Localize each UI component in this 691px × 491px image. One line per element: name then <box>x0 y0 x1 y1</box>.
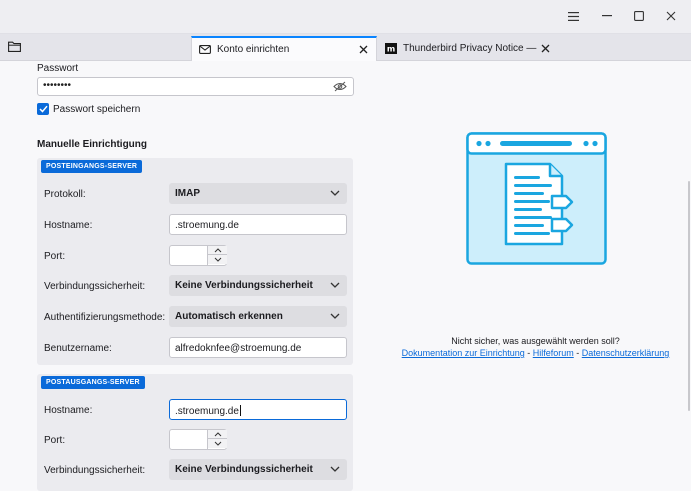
password-field[interactable]: •••••••• <box>37 77 354 96</box>
chevron-down-icon <box>330 465 340 473</box>
outgoing-server-badge: POSTAUSGANGS-SERVER <box>41 376 145 389</box>
tab-label: Konto einrichten <box>217 44 290 55</box>
incoming-server-badge: POSTEINGANGS-SERVER <box>41 160 143 173</box>
incoming-hostname-label: Hostname: <box>44 220 93 231</box>
outgoing-port-label: Port: <box>44 435 66 446</box>
incoming-security-label: Verbindungssicherheit: <box>44 281 146 292</box>
username-label: Benutzername: <box>44 343 112 354</box>
help-question: Nicht sicher, was ausgewählt werden soll… <box>451 336 620 346</box>
link-separator: - <box>524 348 533 358</box>
incoming-hostname-input[interactable]: .stroemung.de <box>169 214 347 235</box>
chevron-down-icon[interactable] <box>208 439 227 448</box>
outgoing-hostname-value: .stroemung.de <box>175 405 241 417</box>
mozilla-icon: m <box>385 43 397 54</box>
scrollbar[interactable] <box>688 181 690 411</box>
outgoing-port-input[interactable] <box>169 429 227 450</box>
outgoing-port-stepper <box>207 430 227 449</box>
protocol-value: IMAP <box>175 188 200 199</box>
help-pane: Nicht sicher, was ausgewählt werden soll… <box>380 61 691 491</box>
document-illustration-icon <box>466 132 607 265</box>
incoming-security-select[interactable]: Keine Verbindungssicherheit <box>169 275 347 296</box>
protocol-select[interactable]: IMAP <box>169 183 347 204</box>
help-forum-link[interactable]: Hilfeforum <box>533 348 574 358</box>
remember-password-checkbox[interactable] <box>37 103 49 115</box>
auth-method-value: Automatisch erkennen <box>175 311 283 322</box>
tab-bar: Konto einrichten m Thunderbird Privacy N… <box>0 34 691 61</box>
envelope-icon <box>199 45 211 55</box>
auth-method-select[interactable]: Automatisch erkennen <box>169 306 347 327</box>
outgoing-hostname-input[interactable]: .stroemung.de <box>169 399 347 420</box>
svg-text:m: m <box>387 45 395 54</box>
setup-form: Passwort •••••••• Passwort speichern Man… <box>0 61 380 491</box>
incoming-security-value: Keine Verbindungssicherheit <box>175 280 313 291</box>
chevron-up-icon[interactable] <box>208 246 227 255</box>
chevron-down-icon <box>330 312 340 320</box>
account-setup-content: Passwort •••••••• Passwort speichern Man… <box>0 61 691 491</box>
manual-setup-heading: Manuelle Einrichtigung <box>37 139 148 150</box>
tab-label: Thunderbird Privacy Notice — Mozi <box>403 43 537 54</box>
incoming-hostname-value: .stroemung.de <box>175 220 239 231</box>
incoming-port-input[interactable] <box>169 245 227 266</box>
outgoing-security-value: Keine Verbindungssicherheit <box>175 464 313 475</box>
outgoing-security-label: Verbindungssicherheit: <box>44 465 146 476</box>
tab-konto-einrichten[interactable]: Konto einrichten <box>191 36 377 61</box>
protocol-label: Protokoll: <box>44 189 86 200</box>
username-value: alfredoknfee@stroemung.de <box>175 343 302 354</box>
hamburger-icon[interactable] <box>564 8 582 24</box>
minimize-icon[interactable] <box>598 8 616 24</box>
tab-privacy-notice[interactable]: m Thunderbird Privacy Notice — Mozi <box>378 36 558 61</box>
maximize-icon[interactable] <box>630 8 648 24</box>
chevron-down-icon <box>330 281 340 289</box>
close-icon[interactable] <box>662 8 680 24</box>
outgoing-security-select[interactable]: Keine Verbindungssicherheit <box>169 459 347 480</box>
privacy-policy-link[interactable]: Datenschutzerklärung <box>582 348 670 358</box>
remember-password-label: Passwort speichern <box>53 104 141 115</box>
password-value: •••••••• <box>43 80 72 91</box>
folder-icon[interactable] <box>8 41 22 53</box>
incoming-port-stepper <box>207 246 227 265</box>
link-separator: - <box>573 348 582 358</box>
chevron-up-icon[interactable] <box>208 430 227 439</box>
chevron-down-icon <box>330 189 340 197</box>
auth-method-label: Authentifizierungsmethode: <box>44 312 166 323</box>
help-links: Dokumentation zur Einrichtung - Hilfefor… <box>380 348 691 358</box>
password-label: Passwort <box>37 63 79 74</box>
incoming-port-label: Port: <box>44 251 66 262</box>
outgoing-hostname-label: Hostname: <box>44 405 93 416</box>
chevron-down-icon[interactable] <box>208 255 227 264</box>
close-icon[interactable] <box>355 42 371 58</box>
username-input[interactable]: alfredoknfee@stroemung.de <box>169 337 347 358</box>
eye-slash-icon[interactable] <box>333 81 347 92</box>
title-bar <box>0 0 691 34</box>
setup-docs-link[interactable]: Dokumentation zur Einrichtung <box>402 348 525 358</box>
close-icon[interactable] <box>537 41 553 57</box>
